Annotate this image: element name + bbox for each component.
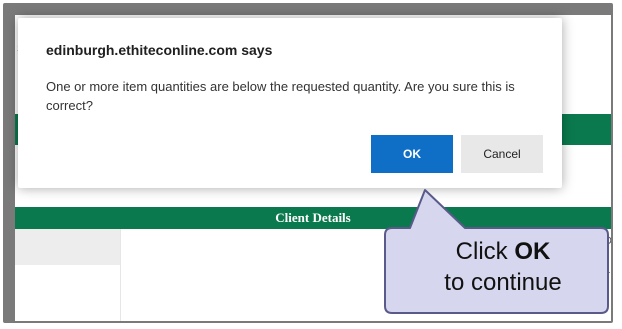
callout-prefix: Click [455,238,508,265]
callout-text: Click OK to continue [398,236,608,298]
callout-emphasis: OK [514,238,551,265]
callout-line-1: Click OK [398,236,608,267]
callout-line-2: to continue [444,269,562,296]
